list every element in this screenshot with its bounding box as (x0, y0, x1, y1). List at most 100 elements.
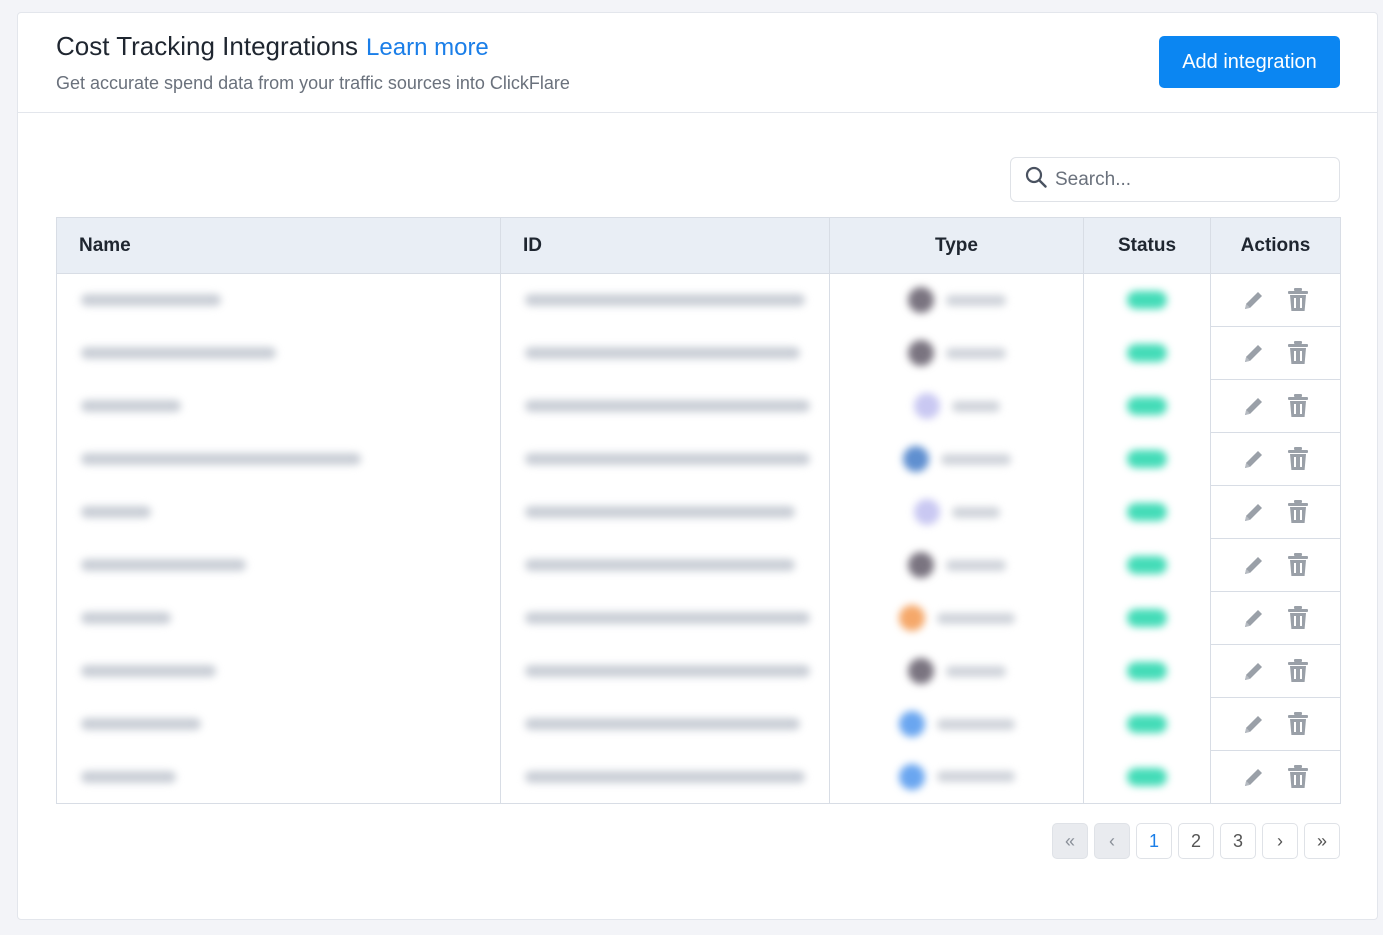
name-cell (56, 326, 501, 380)
type-cell (829, 432, 1084, 486)
card-header: Cost Tracking Integrations Learn more Ge… (18, 13, 1377, 113)
name-cell (56, 750, 501, 804)
status-badge[interactable] (1127, 767, 1167, 786)
id-cell (500, 750, 830, 804)
column-header-id[interactable]: ID (500, 217, 830, 274)
pencil-icon[interactable] (1242, 500, 1266, 524)
integrations-card: Cost Tracking Integrations Learn more Ge… (17, 12, 1378, 920)
pencil-icon[interactable] (1242, 659, 1266, 683)
table-row[interactable] (56, 591, 1341, 645)
table-row[interactable] (56, 432, 1341, 486)
add-integration-button[interactable]: Add integration (1159, 36, 1340, 88)
pencil-icon[interactable] (1242, 606, 1266, 630)
pencil-icon[interactable] (1242, 341, 1266, 365)
blurred-type-label (936, 612, 1015, 624)
trash-icon[interactable] (1286, 764, 1310, 790)
type-cell (829, 273, 1084, 327)
blurred-type-label (945, 294, 1006, 306)
actions-cell (1210, 697, 1341, 751)
column-header-type[interactable]: Type (829, 217, 1084, 274)
id-cell (500, 379, 830, 433)
column-header-status[interactable]: Status (1083, 217, 1211, 274)
trash-icon[interactable] (1286, 287, 1310, 313)
id-cell (500, 538, 830, 592)
table-row[interactable] (56, 485, 1341, 539)
blurred-name (81, 770, 176, 783)
table-row[interactable] (56, 273, 1341, 327)
blurred-name (81, 559, 246, 571)
blurred-type-label (945, 665, 1006, 677)
type-cell (829, 750, 1084, 804)
actions-cell (1210, 326, 1341, 380)
next-page-button[interactable]: › (1262, 823, 1298, 859)
blurred-name (81, 400, 181, 412)
trash-icon[interactable] (1286, 711, 1310, 737)
status-cell (1083, 326, 1211, 380)
table-row[interactable] (56, 379, 1341, 433)
id-cell (500, 432, 830, 486)
status-cell (1083, 379, 1211, 433)
type-logo-icon (907, 552, 934, 578)
trash-icon[interactable] (1286, 658, 1310, 684)
status-badge[interactable] (1127, 556, 1167, 574)
status-badge[interactable] (1127, 397, 1167, 415)
last-page-button[interactable]: » (1304, 823, 1340, 859)
blurred-name (81, 506, 151, 518)
id-cell (500, 485, 830, 539)
table-row[interactable] (56, 538, 1341, 592)
prev-page-button[interactable]: ‹ (1094, 823, 1130, 859)
blurred-type-label (951, 506, 1000, 518)
name-cell (56, 538, 501, 592)
search-icon (1025, 166, 1047, 193)
trash-icon[interactable] (1286, 340, 1310, 366)
column-header-name[interactable]: Name (56, 217, 501, 274)
title-row: Cost Tracking Integrations Learn more (56, 31, 489, 62)
pencil-icon[interactable] (1242, 765, 1266, 789)
actions-cell (1210, 485, 1341, 539)
first-page-button[interactable]: « (1052, 823, 1088, 859)
type-cell (829, 591, 1084, 645)
type-cell (829, 485, 1084, 539)
page-button-1[interactable]: 1 (1136, 823, 1172, 859)
actions-cell (1210, 379, 1341, 433)
table-row[interactable] (56, 644, 1341, 698)
status-cell (1083, 273, 1211, 327)
type-logo-icon (913, 499, 940, 525)
trash-icon[interactable] (1286, 393, 1310, 419)
table-row[interactable] (56, 750, 1341, 804)
status-badge[interactable] (1127, 344, 1167, 362)
blurred-id (525, 770, 805, 783)
learn-more-link[interactable]: Learn more (366, 34, 489, 62)
pencil-icon[interactable] (1242, 288, 1266, 312)
actions-cell (1210, 273, 1341, 327)
pencil-icon[interactable] (1242, 394, 1266, 418)
type-logo-icon (907, 287, 934, 314)
page-button-2[interactable]: 2 (1178, 823, 1214, 859)
status-badge[interactable] (1127, 503, 1167, 521)
pencil-icon[interactable] (1242, 712, 1266, 736)
search-box[interactable] (1010, 157, 1340, 202)
blurred-id (525, 559, 795, 571)
status-cell (1083, 538, 1211, 592)
trash-icon[interactable] (1286, 446, 1310, 472)
search-input[interactable] (1055, 168, 1315, 191)
status-badge[interactable] (1127, 662, 1167, 680)
status-badge[interactable] (1127, 715, 1167, 733)
table-row[interactable] (56, 326, 1341, 380)
status-badge[interactable] (1127, 450, 1167, 468)
table-row[interactable] (56, 697, 1341, 751)
trash-icon[interactable] (1286, 605, 1310, 631)
status-badge[interactable] (1127, 291, 1167, 310)
pencil-icon[interactable] (1242, 447, 1266, 471)
status-badge[interactable] (1127, 609, 1167, 627)
blurred-type-label (945, 347, 1006, 359)
page-button-3[interactable]: 3 (1220, 823, 1256, 859)
blurred-name (81, 347, 276, 359)
pencil-icon[interactable] (1242, 553, 1266, 577)
type-logo-icon (907, 340, 934, 366)
trash-icon[interactable] (1286, 499, 1310, 525)
id-cell (500, 273, 830, 327)
trash-icon[interactable] (1286, 552, 1310, 578)
blurred-id (525, 665, 810, 677)
status-cell (1083, 644, 1211, 698)
